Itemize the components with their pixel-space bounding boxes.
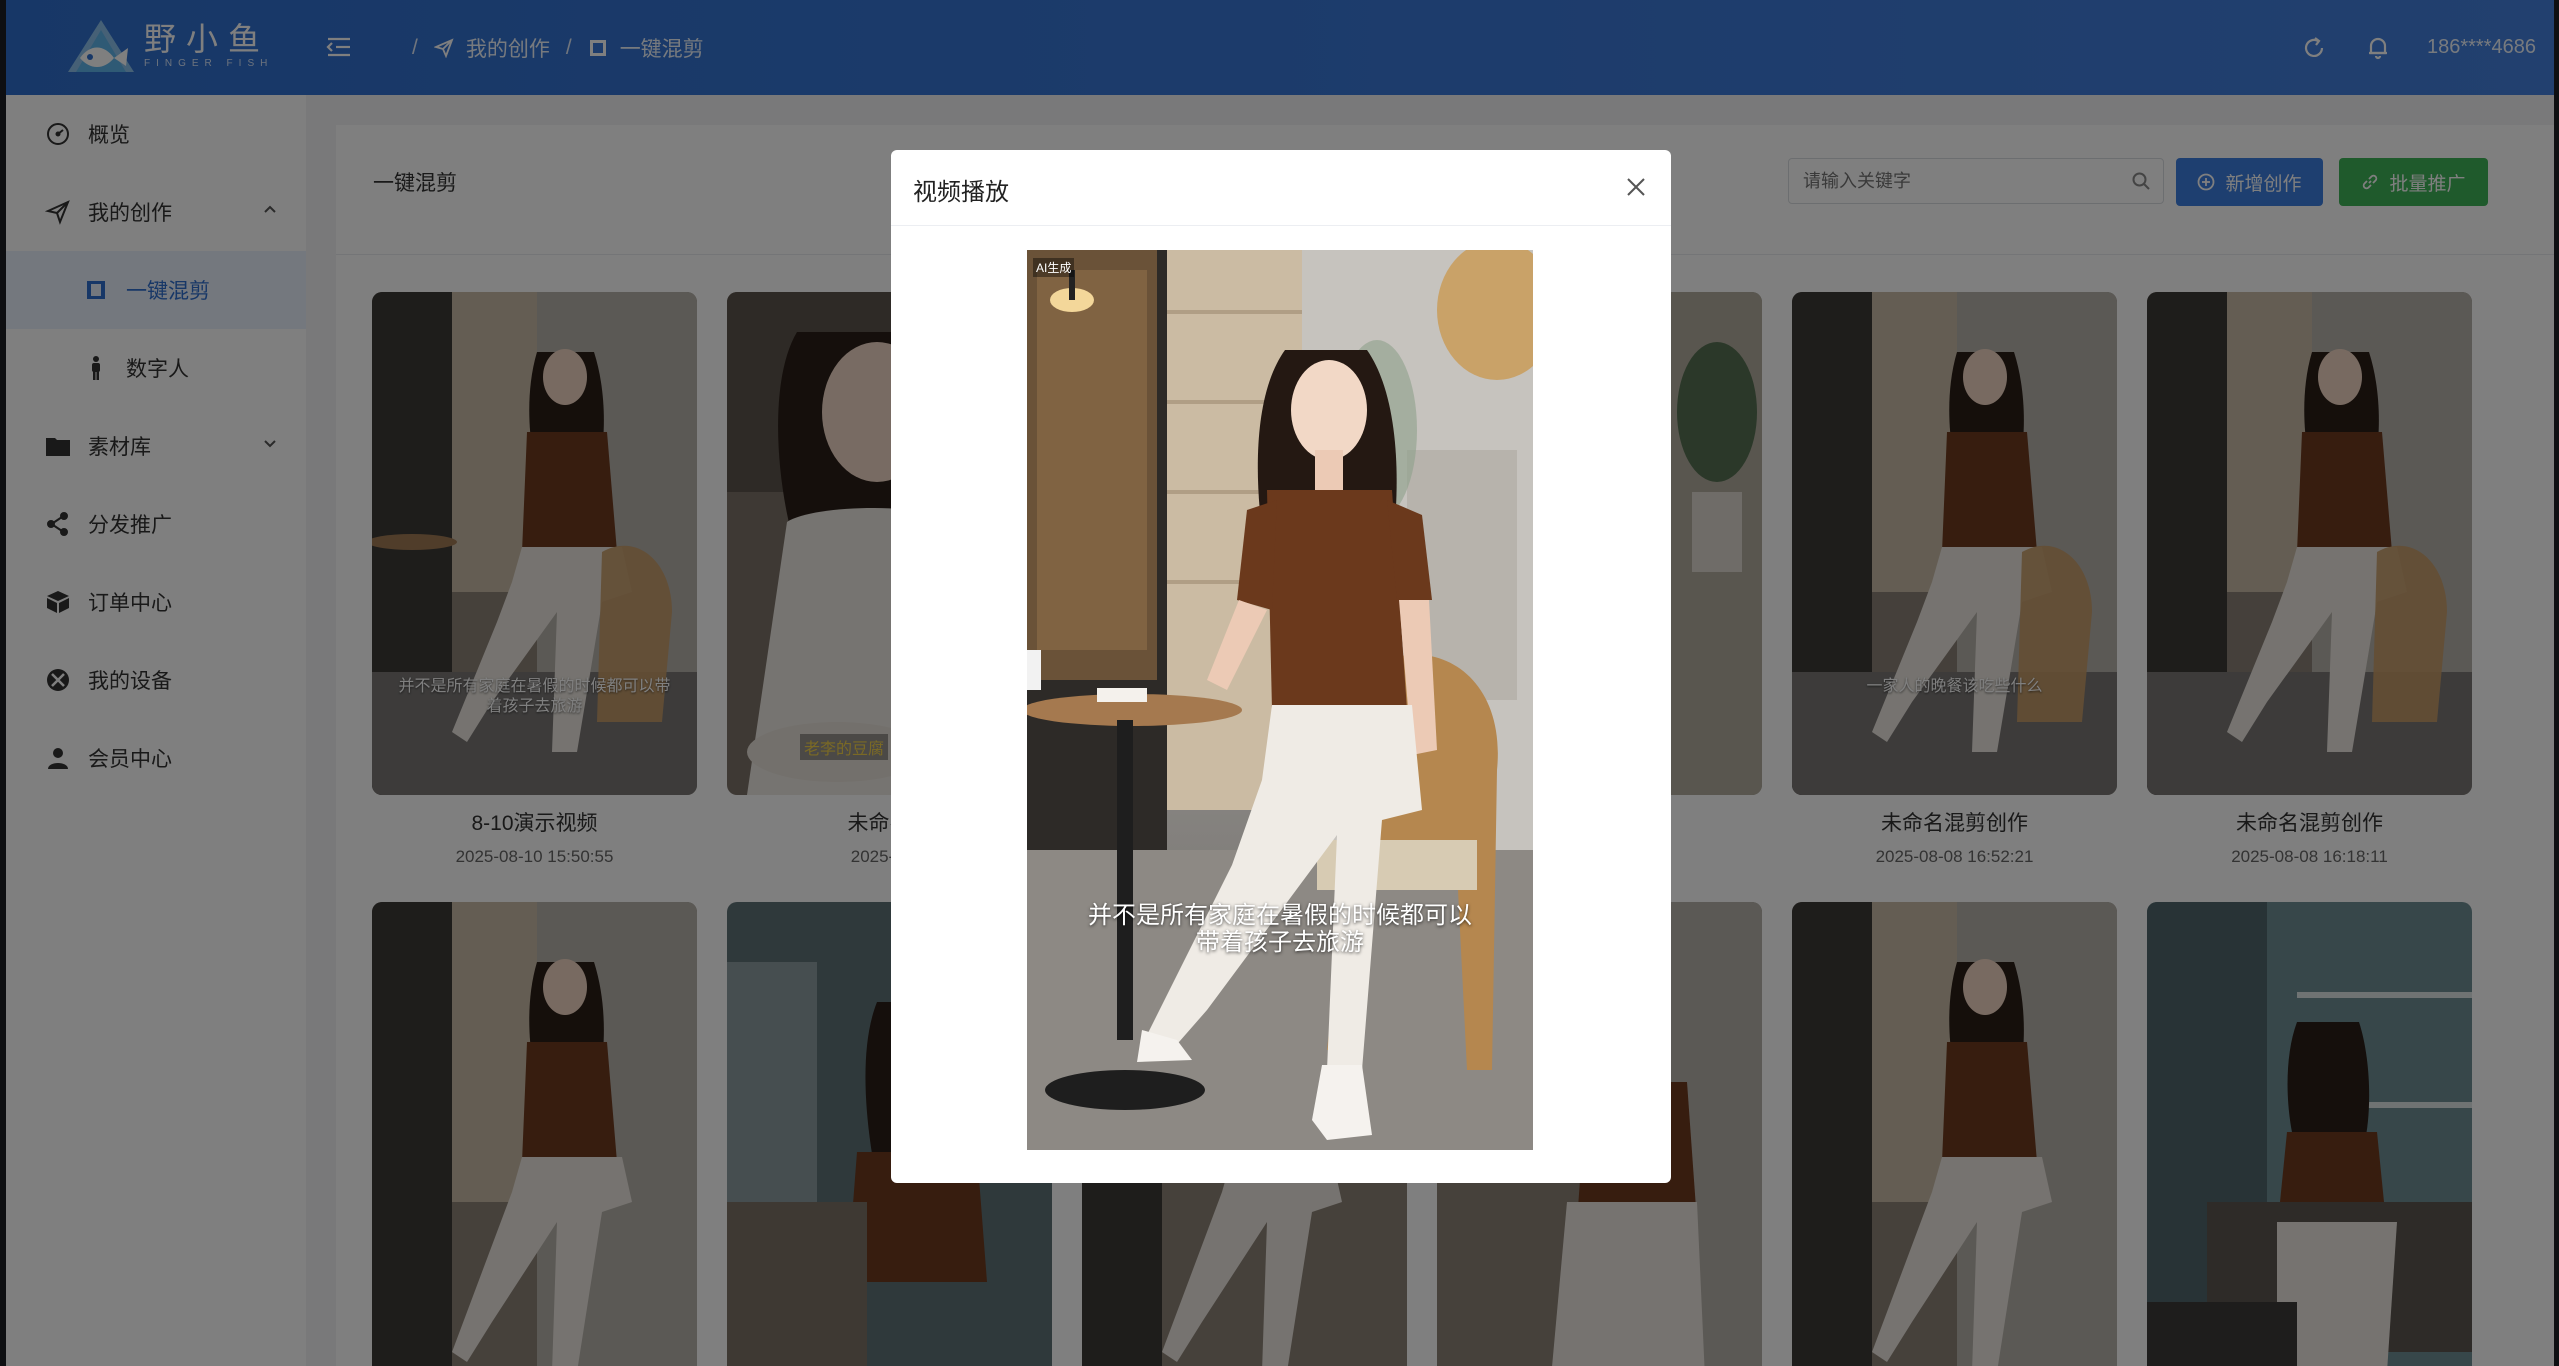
video-watermark: AI生成	[1033, 258, 1075, 277]
video-player[interactable]: AI生成 并不是所有家庭在暑假的时候都可以 带着孩子去旅游	[1027, 250, 1533, 1150]
video-player-modal: 视频播放 AI生成 并不是所有家庭在暑假的时候都可以 带着孩子去旅游	[891, 150, 1671, 1183]
subtitle-line: 带着孩子去旅游	[1196, 929, 1364, 956]
video-subtitle: 并不是所有家庭在暑假的时候都可以 带着孩子去旅游	[1047, 902, 1513, 956]
close-icon[interactable]	[1621, 172, 1651, 202]
modal-title: 视频播放	[913, 179, 1009, 206]
subtitle-line: 并不是所有家庭在暑假的时候都可以	[1088, 902, 1472, 929]
modal-header: 视频播放	[891, 150, 1671, 226]
